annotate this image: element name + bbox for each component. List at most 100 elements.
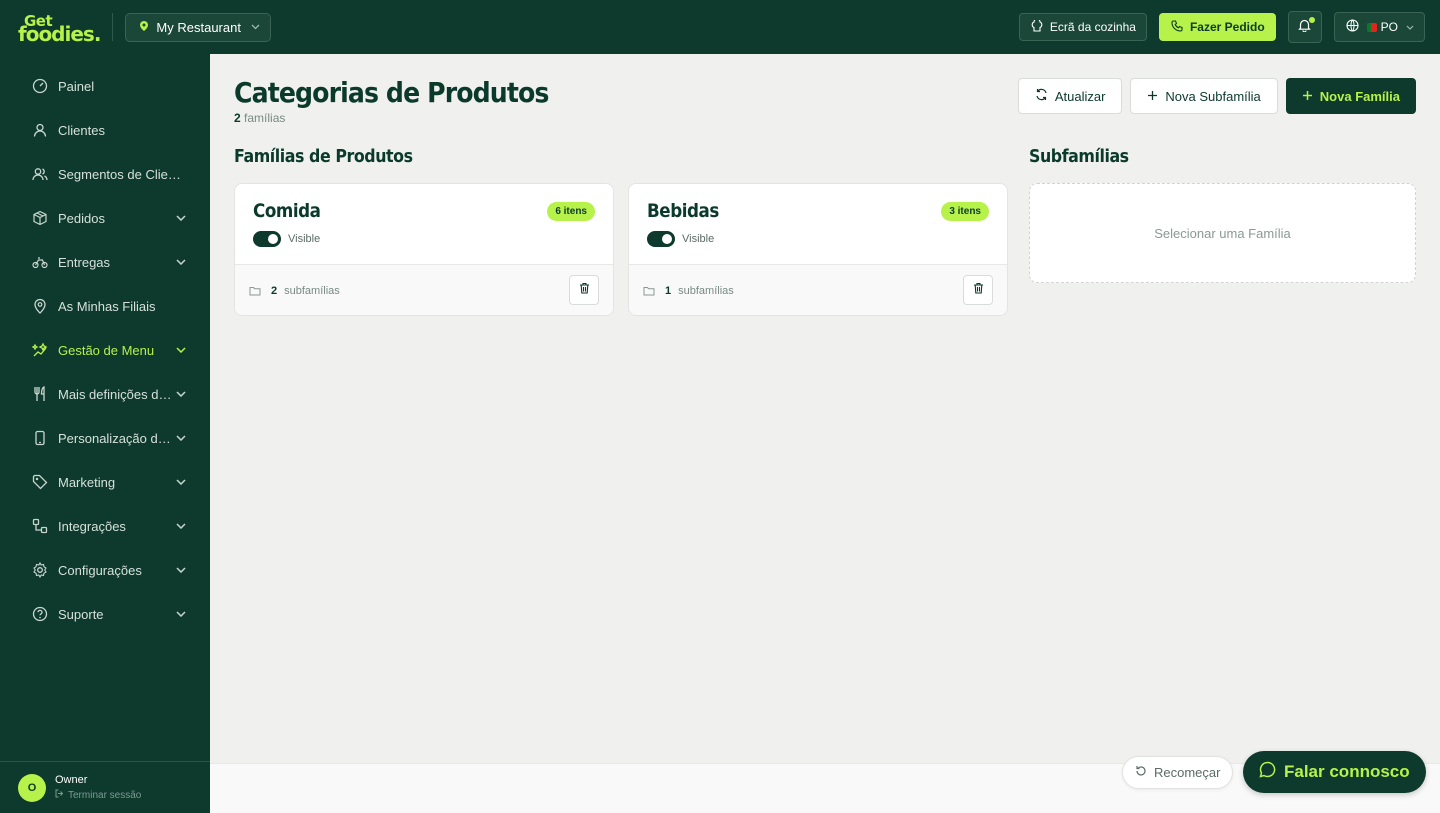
family-name: Comida <box>253 200 321 222</box>
logout-link[interactable]: Terminar sessão <box>55 789 141 801</box>
sidebar-nav: Painel Clientes Segmentos de Clientes Pe… <box>0 54 210 636</box>
place-order-button[interactable]: Fazer Pedido <box>1158 13 1276 41</box>
subfamily-label: subfamílias <box>678 284 734 297</box>
top-bar: Get foodies. My Restaurant Ecrã da cozin… <box>0 0 1440 54</box>
avatar[interactable]: O <box>18 773 46 802</box>
family-card[interactable]: Bebidas 3 itens Visible 1 subfamílias <box>628 183 1008 316</box>
sidebar-item-entregas[interactable]: Entregas <box>0 240 210 284</box>
place-order-label: Fazer Pedido <box>1189 20 1265 34</box>
location-icon <box>32 298 48 314</box>
item-count-badge: 3 itens <box>941 202 989 221</box>
portugal-flag-icon <box>1366 22 1377 32</box>
subfamily-label: subfamílias <box>284 284 340 297</box>
family-card-header: Comida 6 itens Visible <box>235 184 613 265</box>
subfamily-count: 1 <box>665 284 672 297</box>
sidebar-item-configuracoes[interactable]: Configurações <box>0 548 210 592</box>
subfamilies-section-title: Subfamílias <box>1029 146 1129 167</box>
user-icon <box>32 122 48 138</box>
folder-icon <box>249 286 261 296</box>
language-code: PO <box>1380 20 1398 34</box>
sidebar-item-suporte[interactable]: Suporte <box>0 592 210 636</box>
main-content: Categorias de Produtos 2 famílias Atuali… <box>210 54 1440 763</box>
sidebar-item-mais-definicoes[interactable]: Mais definições de menu <box>0 372 210 416</box>
users-icon <box>32 166 48 182</box>
page-title: Categorias de Produtos <box>234 76 549 109</box>
utensils-icon <box>32 386 48 402</box>
chevron-down-icon <box>176 477 186 488</box>
delete-family-button[interactable] <box>963 275 993 305</box>
visibility-toggle[interactable] <box>253 231 281 247</box>
logout-icon <box>55 789 64 801</box>
family-name: Bebidas <box>647 200 719 222</box>
kitchen-screen-button[interactable]: Ecrã da cozinha <box>1018 13 1147 41</box>
family-card-header: Bebidas 3 itens Visible <box>629 184 1007 265</box>
sidebar-item-marketing[interactable]: Marketing <box>0 460 210 504</box>
visibility-label: Visible <box>288 233 321 245</box>
sidebar-item-integracoes[interactable]: Integrações <box>0 504 210 548</box>
help-icon <box>32 606 48 622</box>
sidebar-item-gestao-menu[interactable]: Gestão de Menu <box>0 328 210 372</box>
language-select[interactable]: PO <box>1333 12 1425 42</box>
gear-icon <box>32 562 48 578</box>
user-profile: O Owner Terminar sessão <box>0 761 210 813</box>
sidebar-item-pedidos[interactable]: Pedidos <box>0 196 210 240</box>
chevron-down-icon <box>1406 22 1414 32</box>
sidebar-item-segmentos[interactable]: Segmentos de Clientes <box>0 152 210 196</box>
new-subfamily-button[interactable]: Nova Subfamília <box>1130 78 1278 114</box>
subfamily-count: 2 <box>271 284 278 297</box>
chevron-down-icon <box>176 257 186 268</box>
trash-icon <box>973 281 984 299</box>
chevron-down-icon <box>176 433 186 444</box>
chevron-down-icon <box>176 389 186 400</box>
family-card[interactable]: Comida 6 itens Visible 2 subfamílias <box>234 183 614 316</box>
pin-icon <box>140 20 149 34</box>
chat-button[interactable]: Falar connosco <box>1243 751 1426 793</box>
sidebar-item-painel[interactable]: Painel <box>0 64 210 108</box>
folder-icon <box>643 286 655 296</box>
logo[interactable]: Get foodies. <box>18 13 101 44</box>
family-card-footer: 1 subfamílias <box>629 265 1007 315</box>
visibility-label: Visible <box>682 233 715 245</box>
plus-icon <box>1147 89 1158 104</box>
chevron-down-icon <box>176 345 186 356</box>
new-family-button[interactable]: Nova Família <box>1285 78 1416 114</box>
chevron-down-icon <box>176 609 186 620</box>
sidebar-item-filiais[interactable]: As Minhas Filiais <box>0 284 210 328</box>
chat-icon <box>1259 761 1276 783</box>
item-count-badge: 6 itens <box>547 202 595 221</box>
subfamily-placeholder: Selecionar uma Família <box>1029 183 1416 283</box>
restart-icon <box>1135 765 1147 780</box>
globe-icon <box>1346 19 1359 35</box>
kitchen-screen-label: Ecrã da cozinha <box>1049 20 1136 34</box>
family-card-footer: 2 subfamílias <box>235 265 613 315</box>
chevron-down-icon <box>176 521 186 532</box>
chevron-down-icon <box>251 22 260 33</box>
menu-management-icon <box>32 342 48 358</box>
phone-icon <box>1171 19 1183 35</box>
integration-icon <box>32 518 48 534</box>
chevron-down-icon <box>176 565 186 576</box>
chef-hat-icon <box>1031 18 1043 35</box>
tag-icon <box>32 474 48 490</box>
sidebar-item-clientes[interactable]: Clientes <box>0 108 210 152</box>
delete-family-button[interactable] <box>569 275 599 305</box>
restaurant-select[interactable]: My Restaurant <box>125 12 271 42</box>
user-name: Owner <box>55 774 88 786</box>
notifications-button[interactable] <box>1287 11 1322 43</box>
restart-button[interactable]: Recomeçar <box>1122 756 1234 789</box>
refresh-button[interactable]: Atualizar <box>1017 78 1123 114</box>
chevron-down-icon <box>176 213 186 224</box>
refresh-icon <box>1035 88 1048 104</box>
smartphone-icon <box>32 430 48 446</box>
bike-icon <box>32 254 48 270</box>
page-actions: Atualizar Nova Subfamília Nova Família <box>1017 78 1416 114</box>
family-count: 2 famílias <box>234 111 286 125</box>
trash-icon <box>579 281 590 299</box>
visibility-toggle[interactable] <box>647 231 675 247</box>
top-divider <box>112 13 114 41</box>
notification-dot <box>1308 17 1315 23</box>
plus-icon <box>1302 89 1313 104</box>
box-icon <box>32 210 48 226</box>
sidebar-item-personalizacao[interactable]: Personalização do app <box>0 416 210 460</box>
families-section-title: Famílias de Produtos <box>234 146 413 167</box>
